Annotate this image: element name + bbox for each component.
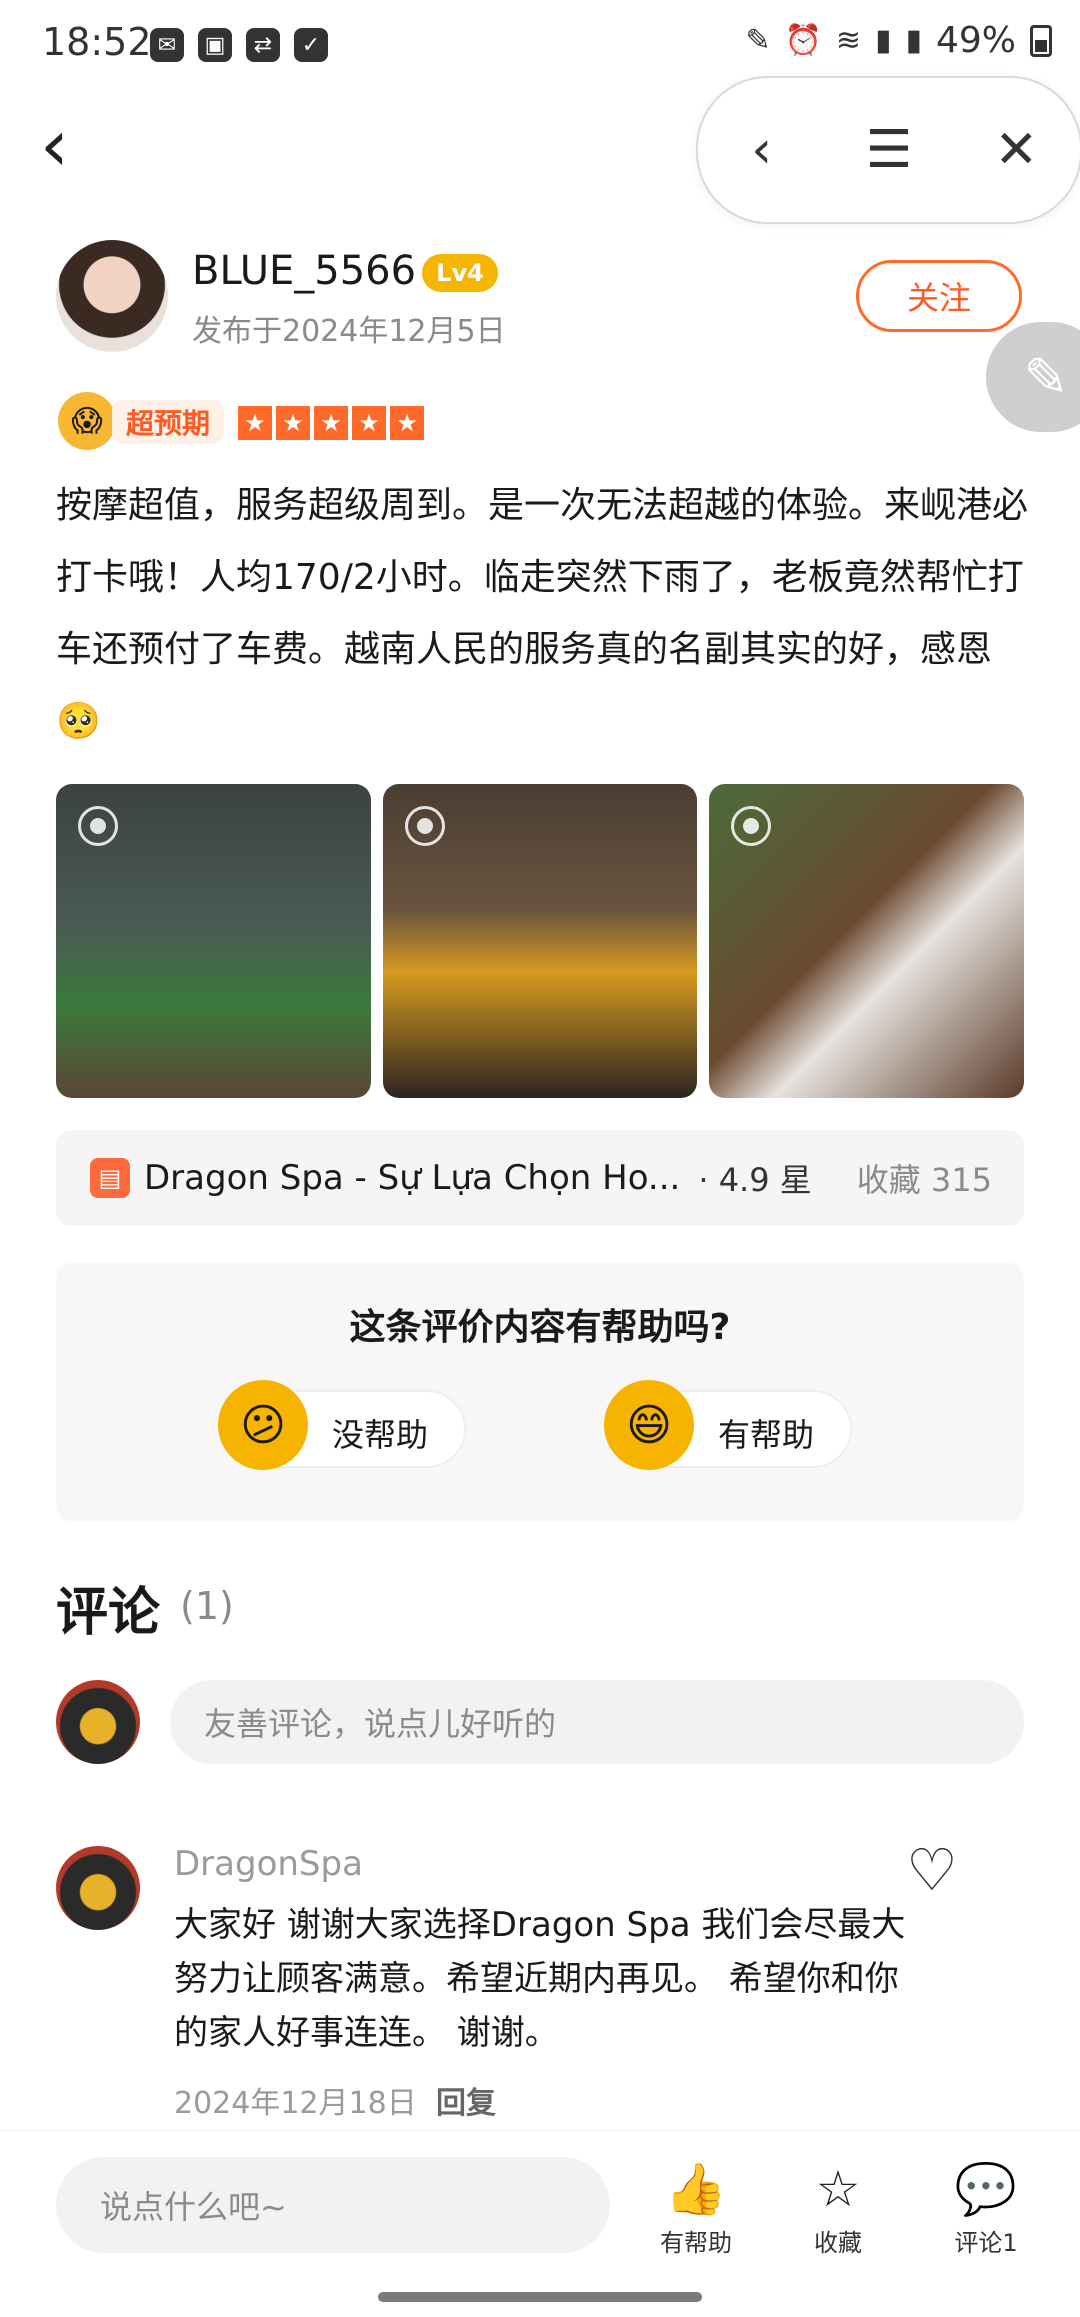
poi-card[interactable]: ▤ Dragon Spa - Sự Lựa Chọn Ho... · 4.9 星…: [56, 1130, 1024, 1226]
status-time: 18:52: [42, 20, 152, 64]
review-text: 按摩超值，服务超级周到。是一次无法超越的体验。来岘港必打卡哦！人均170/2小时…: [56, 485, 1029, 742]
follow-button[interactable]: 关注: [856, 260, 1022, 332]
level-badge: Lv4: [422, 254, 498, 292]
star-icon: ★: [276, 406, 310, 440]
helpful-label: 有帮助: [718, 1416, 815, 1454]
photo-1[interactable]: [56, 784, 371, 1098]
poi-rating: · 4.9 星: [698, 1161, 812, 1199]
smile-emoji-icon: 😄: [604, 1380, 694, 1470]
mini-program-capsule: ‹ ☰ ✕: [696, 76, 1080, 224]
system-icons: ✎ ⏰ ≋ ▮ ▮ 49%: [745, 20, 1052, 61]
commenter-avatar[interactable]: [56, 1846, 140, 1930]
heart-icon[interactable]: ♡: [906, 1840, 958, 1900]
home-indicator[interactable]: [378, 2292, 702, 2302]
battery-percent: 49%: [935, 20, 1016, 61]
photo-3[interactable]: [709, 784, 1025, 1098]
star-icon: ★: [352, 406, 386, 440]
live-photo-icon: [404, 806, 445, 846]
mute-icon: ✎: [745, 23, 771, 58]
helpful-action-label: 有帮助: [660, 2229, 732, 2257]
notification-icons: ✉ ▣ ⇄ ✓: [150, 28, 328, 62]
my-avatar: [56, 1680, 140, 1764]
comments-count: (1): [180, 1584, 234, 1628]
comments-title: 评论: [56, 1583, 161, 1643]
wifi-icon: ≋: [835, 23, 861, 58]
live-photo-icon: [731, 806, 772, 846]
battery-icon: [1030, 24, 1052, 57]
frown-emoji-icon: 😕: [218, 1380, 308, 1470]
comment-action-label: 评论1: [954, 2229, 1018, 2257]
photo-grid: [56, 784, 1025, 1098]
rating-badge: 超预期: [112, 400, 225, 444]
chevron-left-icon[interactable]: ‹: [722, 110, 802, 190]
star-icon: ★: [314, 406, 348, 440]
edit-icon[interactable]: ✎: [986, 322, 1080, 432]
post-date: 发布于2024年12月5日: [192, 314, 506, 349]
checkbox-icon: ✓: [294, 28, 328, 62]
poi-name: Dragon Spa - Sự Lựa Chọn Ho...: [144, 1158, 681, 1198]
comment-action[interactable]: 💬 评论1: [926, 2159, 1046, 2258]
star-outline-icon: ☆: [815, 2160, 861, 2218]
star-rating: ★ ★ ★ ★ ★: [238, 406, 424, 440]
comment-text: 大家好 谢谢大家选择Dragon Spa 我们会尽最大努力让顾客满意。希望近期内…: [174, 1905, 906, 2053]
surprised-emoji-icon: 😱: [58, 392, 116, 450]
author-name[interactable]: BLUE_5566: [192, 248, 416, 294]
close-icon[interactable]: ✕: [976, 110, 1056, 190]
helpful-card: 这条评价内容有帮助吗? 😕 没帮助 😄 有帮助: [56, 1262, 1024, 1522]
live-photo-icon: [78, 806, 118, 846]
comment-icon: 💬: [954, 2160, 1018, 2218]
signal-icon-2: ▮: [905, 23, 922, 58]
author-avatar[interactable]: [56, 240, 168, 352]
alarm-icon: ⏰: [784, 23, 822, 58]
bottom-comment-input[interactable]: 说点什么吧~: [56, 2157, 610, 2253]
translate-icon: ⇄: [246, 28, 280, 62]
poi-favorites: 收藏 315: [856, 1161, 992, 1199]
signal-icon: ▮: [874, 23, 892, 58]
not-helpful-label: 没帮助: [332, 1416, 429, 1454]
comment-input[interactable]: 友善评论，说点儿好听的: [170, 1680, 1024, 1764]
comment-date: 2024年12月18日: [174, 2086, 417, 2121]
comment-author[interactable]: DragonSpa: [174, 1844, 363, 1884]
thumbs-up-icon: 👍: [664, 2160, 728, 2218]
helpful-action[interactable]: 👍 有帮助: [636, 2159, 756, 2258]
photo-2[interactable]: [382, 784, 698, 1098]
helpful-question: 这条评价内容有帮助吗?: [349, 1307, 731, 1348]
reply-button[interactable]: 回复: [436, 2078, 496, 2122]
favorite-action-label: 收藏: [814, 2229, 862, 2257]
document-icon[interactable]: ☰: [849, 110, 929, 190]
gallery-icon: ▣: [198, 28, 232, 62]
star-icon: ★: [238, 406, 272, 440]
favorite-action[interactable]: ☆ 收藏: [778, 2159, 898, 2258]
store-icon: ▤: [90, 1158, 130, 1198]
not-helpful-button[interactable]: 😕 没帮助: [218, 1380, 466, 1470]
messenger-icon: ✉: [150, 28, 184, 62]
star-icon: ★: [390, 406, 424, 440]
bottom-bar: 说点什么吧~ 👍 有帮助 ☆ 收藏 💬 评论1: [0, 2130, 1080, 2317]
helpful-button[interactable]: 😄 有帮助: [604, 1380, 852, 1470]
rating-badge-label: 超预期: [126, 407, 211, 440]
back-icon[interactable]: ‹: [40, 109, 110, 181]
